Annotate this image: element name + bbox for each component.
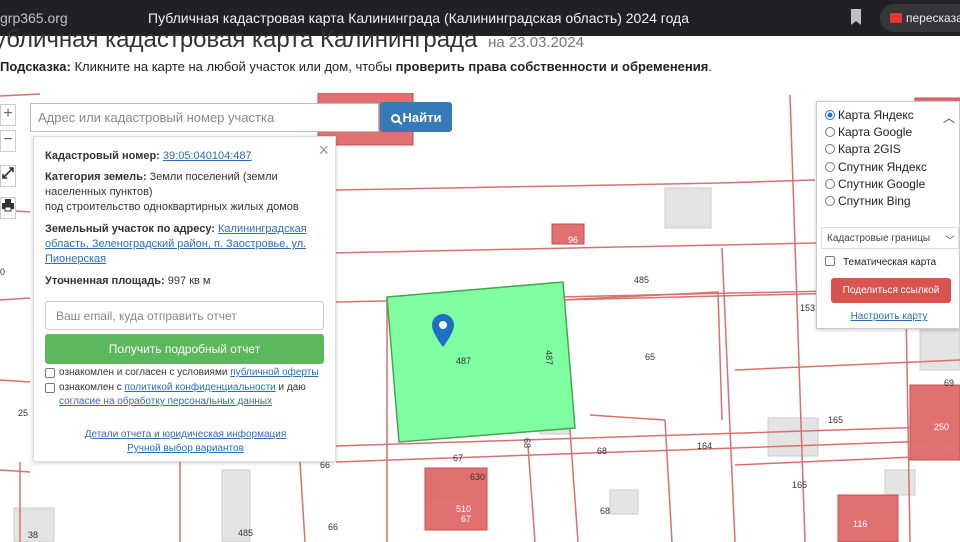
tab-title[interactable]: Публичная кадастровая карта Калининграда…: [148, 10, 689, 26]
bookmark-icon[interactable]: [848, 8, 864, 26]
layer-google-map[interactable]: Карта Google: [825, 125, 912, 139]
configure-map-link[interactable]: Настроить карту: [817, 311, 960, 322]
cadastral-number-link[interactable]: 39:05:040104:487: [163, 150, 252, 162]
map-label: 165: [828, 415, 843, 425]
map-label: 96: [568, 235, 578, 245]
offer-link[interactable]: публичной оферты: [230, 367, 318, 378]
layer-google-satellite[interactable]: Спутник Google: [825, 177, 925, 191]
radio-icon[interactable]: [825, 127, 835, 137]
chevron-down-icon: ﹀: [945, 236, 955, 247]
search-input[interactable]: [30, 103, 379, 132]
address-row: Земельный участок по адресу: Калининград…: [45, 223, 307, 265]
radio-icon[interactable]: [825, 110, 835, 120]
printer-icon: [2, 199, 14, 212]
map-label: 164: [697, 441, 712, 451]
map-label: 0: [0, 267, 5, 277]
parcel-side-label: 487: [544, 350, 555, 365]
area-row: Уточненная площадь: 997 кв м: [45, 275, 211, 287]
land-category-row: Категория земель: Земли поселений (земли…: [45, 171, 299, 213]
map-label: 165: [792, 480, 807, 490]
map-label: 510: [456, 504, 471, 514]
chevron-up-icon[interactable]: ︿: [943, 109, 955, 126]
parcel-info-popup: × Кадастровый номер: 39:05:040104:487 Ка…: [33, 136, 336, 462]
privacy-policy-link[interactable]: политикой конфиденциальности: [125, 382, 276, 393]
map-label: 250: [934, 422, 949, 432]
get-report-button[interactable]: Получить подробный отчет: [45, 334, 324, 364]
map-building-registered: [837, 494, 899, 542]
map-label: 68: [522, 438, 532, 448]
layer-bing-satellite[interactable]: Спутник Bing: [825, 194, 911, 208]
page-date: на 23.03.2024: [488, 34, 584, 51]
offer-checkbox[interactable]: [45, 368, 55, 378]
map-label: 485: [238, 528, 253, 538]
offer-consent-text: ознакомлен и согласен с условиями публич…: [59, 367, 319, 378]
map-label: 67: [461, 514, 471, 524]
map-building: [884, 469, 916, 496]
map-label: 485: [634, 275, 649, 285]
map-label: 66: [328, 522, 338, 532]
radio-icon[interactable]: [825, 144, 835, 154]
privacy-checkbox[interactable]: [45, 383, 55, 393]
map-label: 68: [597, 446, 607, 456]
page-title: убличная кадастровая карта Калининграда …: [0, 26, 584, 53]
map-layers-panel: ︿ Карта Яндекс Карта Google Карта 2GIS С…: [816, 101, 960, 329]
search-icon: [390, 113, 400, 123]
radio-icon[interactable]: [825, 179, 835, 189]
hint-text: Подсказка: Кликните на карте на любой уч…: [0, 59, 712, 74]
zoom-out-button[interactable]: −: [0, 130, 16, 152]
thematic-checkbox[interactable]: [825, 256, 835, 266]
map-label: 68: [600, 506, 610, 516]
privacy-consent-text: ознакомлен с политикой конфиденциальност…: [59, 382, 306, 407]
fullscreen-button[interactable]: [0, 165, 16, 187]
expand-icon: [2, 167, 14, 179]
url-text[interactable]: grp365.org: [0, 10, 68, 26]
email-field[interactable]: [45, 301, 324, 330]
search-button[interactable]: Найти: [380, 102, 452, 132]
map-label: 65: [645, 352, 655, 362]
radio-icon[interactable]: [825, 196, 835, 206]
map-label: 25: [18, 408, 28, 418]
map-label: 69: [944, 378, 954, 388]
share-link-button[interactable]: Поделиться ссылкой: [831, 278, 951, 303]
map-label: 153: [800, 303, 815, 313]
thematic-map-toggle[interactable]: Тематическая карта: [825, 256, 936, 268]
layer-2gis-map[interactable]: Карта 2GIS: [825, 142, 901, 156]
map-building: [664, 187, 712, 229]
zoom-in-button[interactable]: +: [0, 104, 16, 126]
map-building: [767, 417, 819, 457]
radio-icon[interactable]: [825, 162, 835, 172]
overlay-select[interactable]: Кадастровые границы ﹀: [821, 227, 959, 249]
summarize-extension-button[interactable]: пересказать: [880, 4, 960, 32]
map-label: 67: [453, 453, 463, 463]
map-building: [609, 489, 639, 515]
map-label: 116: [853, 519, 867, 529]
parcel-number-label: 487: [456, 356, 471, 366]
layer-yandex-satellite[interactable]: Спутник Яндекс: [825, 160, 927, 174]
layer-yandex-map[interactable]: Карта Яндекс: [825, 108, 914, 122]
map-label: 630: [470, 472, 485, 482]
report-details-link[interactable]: Детали отчета и юридическая информация: [85, 429, 287, 440]
map-building: [919, 329, 960, 371]
map-label: 38: [28, 530, 38, 540]
manual-choice-link[interactable]: Ручной выбор вариантов: [127, 443, 244, 454]
cadastral-number-row: Кадастровый номер: 39:05:040104:487: [45, 150, 252, 162]
extension-icon: [890, 13, 902, 23]
print-button[interactable]: [0, 197, 16, 219]
personal-data-consent-link[interactable]: согласие на обработку персональных данны…: [59, 396, 272, 407]
